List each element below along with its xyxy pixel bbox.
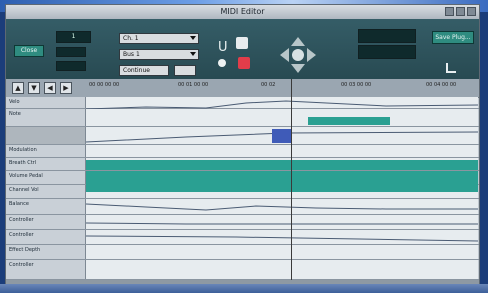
- lane-area[interactable]: [85, 97, 479, 110]
- lcd-panel: [358, 45, 416, 59]
- left-arrow-button[interactable]: ◀: [44, 82, 56, 94]
- window-controls: [445, 7, 476, 16]
- lane: Balance: [6, 199, 479, 215]
- lane-label: Velo: [6, 97, 86, 108]
- lane-area[interactable]: [86, 185, 478, 198]
- lane-label: Effect Depth: [6, 245, 86, 259]
- lane-label: Note: [6, 109, 86, 126]
- lcd-panel: [56, 47, 86, 57]
- save-button[interactable]: Save Plug...: [432, 31, 474, 44]
- record-button[interactable]: [238, 57, 250, 69]
- bus-select[interactable]: Bus 1: [119, 49, 199, 60]
- lane-area[interactable]: [85, 199, 478, 214]
- lane-label: Channel Vol: [6, 185, 86, 198]
- ruler-tick: 00 02: [261, 82, 276, 88]
- lane-label: Controller: [6, 260, 86, 279]
- lane-label: Balance: [6, 199, 86, 214]
- cursor-tool-icon[interactable]: U: [218, 39, 232, 57]
- controller-band: [86, 160, 478, 170]
- bus-select-value: Bus 1: [123, 51, 140, 58]
- lane-area[interactable]: [86, 158, 478, 170]
- controller-curve: [85, 222, 478, 225]
- lane: [6, 127, 479, 145]
- note-block[interactable]: [272, 129, 292, 143]
- lcd-panel: [56, 61, 86, 71]
- right-arrow-button[interactable]: ▶: [60, 82, 72, 94]
- lane-label: [6, 127, 86, 144]
- lane: Note: [6, 109, 479, 127]
- close-editor-button[interactable]: Close: [14, 45, 44, 57]
- navigation-pad-icon[interactable]: [278, 35, 318, 75]
- lane-area[interactable]: [85, 215, 478, 229]
- close-window-button[interactable]: [467, 7, 476, 16]
- maximize-button[interactable]: [456, 7, 465, 16]
- controller-curve: [85, 203, 478, 211]
- return-icon[interactable]: [446, 63, 456, 73]
- play-indicator-icon[interactable]: [218, 59, 226, 67]
- controller-band: [86, 171, 478, 185]
- mode-select-value: Continue: [123, 67, 150, 74]
- note-block[interactable]: [308, 117, 390, 125]
- ruler-tick: 00 01 00 00: [178, 82, 209, 88]
- counter-display: 1: [56, 31, 91, 43]
- lane-area[interactable]: [86, 260, 478, 279]
- ruler-tick: 00 04 00 00: [426, 82, 457, 88]
- lane-label: Controller: [6, 230, 86, 244]
- lane: Controller: [6, 230, 479, 245]
- lane-label: Volume Pedal: [6, 171, 86, 184]
- controller-curve: [85, 235, 479, 242]
- lane: Velo: [6, 97, 479, 110]
- editor-toolbar: Close 1 Ch. 1 Bus 1 Continue U Save Plug…: [6, 19, 479, 79]
- down-arrow-button[interactable]: ▼: [28, 82, 40, 94]
- ruler-tick: 00 00 00 00: [89, 82, 120, 88]
- lcd-panel: [358, 29, 416, 43]
- channel-select-value: Ch. 1: [123, 35, 139, 42]
- lane-area[interactable]: [86, 171, 478, 185]
- chevron-down-icon: [190, 52, 196, 56]
- controller-lanes: Velo Note Modulation Breath Ctrl Volume …: [6, 97, 479, 282]
- lane: Modulation: [6, 145, 479, 158]
- lane-label: Modulation: [6, 145, 86, 157]
- lane-label: Breath Ctrl: [6, 158, 86, 170]
- title-bar[interactable]: MIDI Editor: [6, 5, 479, 19]
- lane: Channel Vol: [6, 185, 479, 199]
- lane: Controller: [6, 215, 479, 230]
- channel-select[interactable]: Ch. 1: [119, 33, 199, 44]
- lane-area[interactable]: [86, 109, 478, 126]
- lane-area[interactable]: [85, 230, 479, 244]
- lane: Controller: [6, 260, 479, 280]
- lane-area[interactable]: [86, 145, 478, 157]
- ruler-tick: 00 03 00 00: [341, 82, 372, 88]
- minimize-button[interactable]: [445, 7, 454, 16]
- taskbar: [0, 284, 488, 293]
- mode-select[interactable]: Continue: [119, 65, 169, 76]
- controller-band: [86, 185, 478, 192]
- lane-label: Controller: [6, 215, 86, 229]
- lane: Volume Pedal: [6, 171, 479, 185]
- lane: Effect Depth: [6, 245, 479, 260]
- timeline-ruler[interactable]: 00 00 00 00 00 01 00 00 00 02 00 03 00 0…: [86, 79, 478, 97]
- lane: Breath Ctrl: [6, 158, 479, 171]
- playhead-cursor[interactable]: [291, 79, 292, 284]
- pencil-tool-icon[interactable]: [236, 37, 248, 49]
- midi-editor-window: MIDI Editor Close 1 Ch. 1 Bus 1 Continue…: [5, 4, 480, 287]
- window-title: MIDI Editor: [220, 7, 265, 16]
- chevron-down-icon: [190, 36, 196, 40]
- tool-button[interactable]: [174, 65, 196, 76]
- lane-area[interactable]: [86, 245, 478, 259]
- up-arrow-button[interactable]: ▲: [12, 82, 24, 94]
- lane-area[interactable]: [85, 127, 479, 144]
